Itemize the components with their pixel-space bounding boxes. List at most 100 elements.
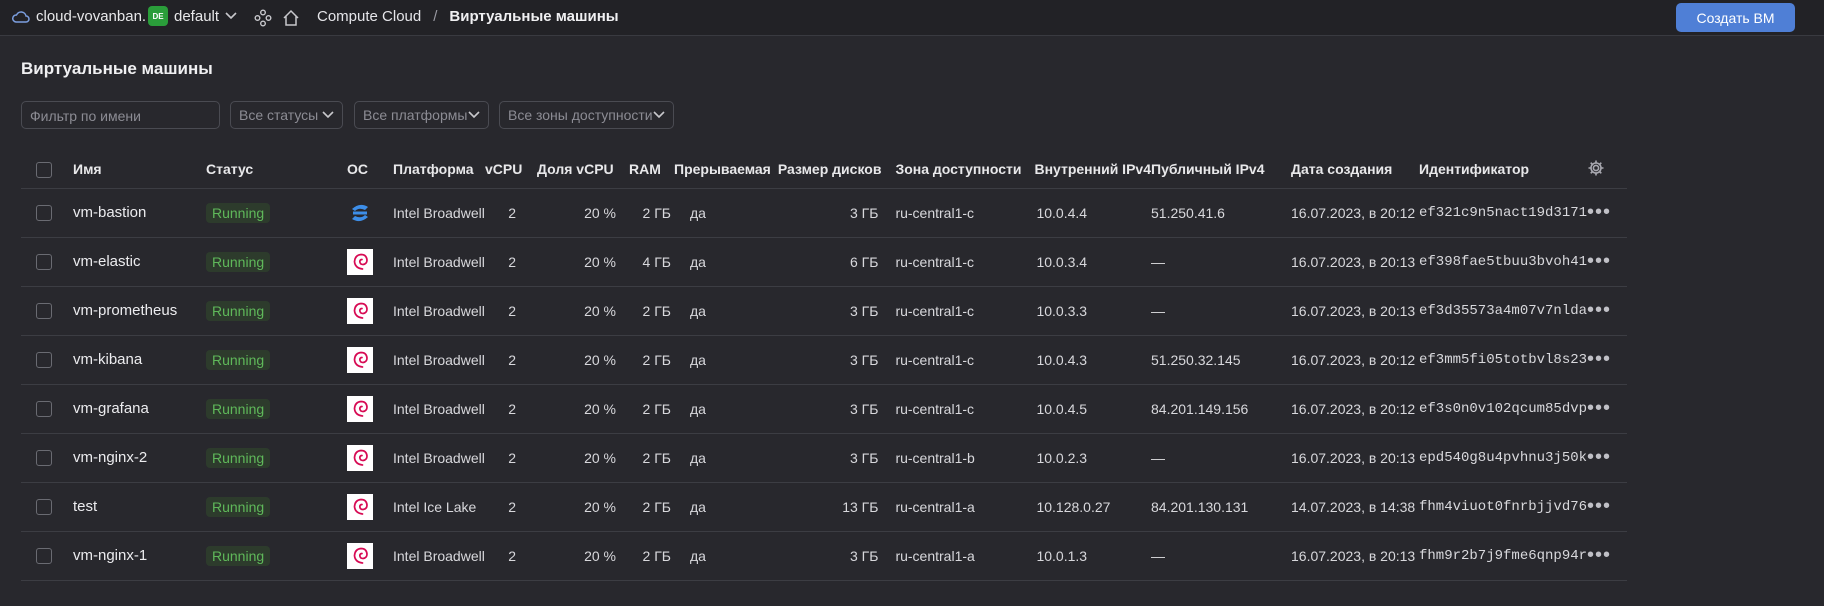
vm-name[interactable]: vm-nginx-1 <box>73 547 147 564</box>
vcpu-cell: 2 <box>485 335 530 385</box>
vm-name[interactable]: vm-kibana <box>73 351 142 368</box>
select-all-checkbox[interactable] <box>36 161 52 178</box>
vcpu-cell: 2 <box>485 237 530 287</box>
id-cell[interactable]: ef3mm5fi05totbvl8s23 <box>1419 335 1588 385</box>
status-cell: Running <box>206 188 347 238</box>
name-filter-input[interactable]: Фильтр по имени <box>21 101 220 129</box>
more-actions-icon[interactable]: ••• <box>1587 348 1611 370</box>
col-created[interactable]: Дата создания <box>1285 151 1419 189</box>
platform-filter-dropdown[interactable]: Все платформы <box>354 101 489 129</box>
status-cell: Running <box>206 531 347 581</box>
table-row[interactable]: vm-grafana Running Intel Broadwell 2 20 … <box>21 384 1628 434</box>
id-cell[interactable]: ef3s0n0v102qcum85dvp <box>1419 384 1588 434</box>
public-ip-cell: — <box>1151 433 1285 483</box>
id-cell[interactable]: fhm9r2b7j9fme6qnp94r <box>1419 531 1588 581</box>
vm-name[interactable]: vm-grafana <box>73 400 149 417</box>
col-zone[interactable]: Зона доступности <box>881 151 1022 189</box>
vm-name[interactable]: vm-elastic <box>73 253 141 270</box>
col-vcpu[interactable]: vCPU <box>485 151 530 189</box>
created-cell: 16.07.2023, в 20:13 <box>1285 433 1419 483</box>
more-actions-icon[interactable]: ••• <box>1587 544 1611 566</box>
chevron-down-icon <box>225 12 237 20</box>
platform-cell: Intel Broadwell <box>393 188 485 238</box>
public-ip-cell: — <box>1151 237 1285 287</box>
vm-name[interactable]: test <box>73 498 97 515</box>
table-row[interactable]: vm-bastion Running Intel Broadwell 2 20 … <box>21 188 1628 238</box>
more-actions-icon[interactable]: ••• <box>1587 446 1611 468</box>
vm-name[interactable]: vm-bastion <box>73 204 146 221</box>
services-icon[interactable] <box>253 8 273 28</box>
created-cell: 14.07.2023, в 14:38 <box>1285 482 1419 532</box>
vcpu-cell: 2 <box>485 482 530 532</box>
col-id[interactable]: Идентификатор <box>1419 151 1588 189</box>
more-actions-icon[interactable]: ••• <box>1587 250 1611 272</box>
col-os[interactable]: ОС <box>347 151 393 189</box>
row-checkbox[interactable] <box>36 548 52 565</box>
create-vm-button[interactable]: Создать ВМ <box>1676 3 1795 32</box>
platform-cell: Intel Ice Lake <box>393 482 485 532</box>
col-status[interactable]: Статус <box>206 151 347 189</box>
row-checkbox[interactable] <box>36 499 52 516</box>
preemptible-cell: да <box>674 286 771 336</box>
actions-cell: ••• <box>1587 384 1628 434</box>
more-actions-icon[interactable]: ••• <box>1587 495 1611 517</box>
table-row[interactable]: vm-nginx-1 Running Intel Broadwell 2 20 … <box>21 531 1628 581</box>
row-checkbox[interactable] <box>36 303 52 320</box>
zone-cell: ru-central1-c <box>881 237 1022 287</box>
col-platform[interactable]: Платформа <box>393 151 485 189</box>
id-cell[interactable]: ef3d35573a4m07v7nlda <box>1419 286 1588 336</box>
row-checkbox[interactable] <box>36 450 52 467</box>
more-actions-icon[interactable]: ••• <box>1587 397 1611 419</box>
row-checkbox[interactable] <box>36 352 52 369</box>
public-ip-cell: 51.250.32.145 <box>1151 335 1285 385</box>
gear-icon[interactable] <box>1587 159 1605 177</box>
table-row[interactable]: test Running Intel Ice Lake 2 20 % 2 ГБ … <box>21 482 1628 532</box>
col-name[interactable]: Имя <box>73 151 206 189</box>
table-row[interactable]: vm-kibana Running Intel Broadwell 2 20 %… <box>21 335 1628 385</box>
col-preemptible[interactable]: Прерываемая <box>674 151 771 189</box>
row-select-cell <box>21 335 73 385</box>
ram-cell: 2 ГБ <box>622 286 674 336</box>
id-cell[interactable]: ef321c9n5nact19d3171 <box>1419 188 1588 238</box>
col-disk[interactable]: Размер дисков <box>770 151 882 189</box>
folder-selector[interactable]: DE default <box>148 6 237 26</box>
table-row[interactable]: vm-nginx-2 Running Intel Broadwell 2 20 … <box>21 433 1628 483</box>
id-cell[interactable]: epd540g8u4pvhnu3j50k <box>1419 433 1588 483</box>
breadcrumb-service[interactable]: Compute Cloud <box>317 8 421 25</box>
col-public-ip[interactable]: Публичный IPv4 <box>1151 151 1285 189</box>
col-ram[interactable]: RAM <box>622 151 674 189</box>
home-icon[interactable] <box>281 8 301 28</box>
cloud-selector[interactable]: cloud-vovanban... <box>12 8 146 25</box>
status-cell: Running <box>206 384 347 434</box>
row-checkbox[interactable] <box>36 401 52 418</box>
breadcrumb: Compute Cloud / Виртуальные машины <box>317 8 619 25</box>
vm-name[interactable]: vm-nginx-2 <box>73 449 147 466</box>
id-cell[interactable]: ef398fae5tbuu3bvoh41 <box>1419 237 1588 287</box>
vm-name[interactable]: vm-prometheus <box>73 302 177 319</box>
vcpu-cell: 2 <box>485 188 530 238</box>
disk-cell: 3 ГБ <box>770 433 882 483</box>
more-actions-icon[interactable]: ••• <box>1587 299 1611 321</box>
platform-filter-label: Все платформы <box>363 107 468 123</box>
internal-ip-cell: 10.0.2.3 <box>1021 433 1151 483</box>
public-ip-cell: 84.201.149.156 <box>1151 384 1285 434</box>
table-row[interactable]: vm-prometheus Running Intel Broadwell 2 … <box>21 286 1628 336</box>
row-checkbox[interactable] <box>36 205 52 222</box>
status-badge: Running <box>206 545 271 566</box>
status-filter-dropdown[interactable]: Все статусы <box>230 101 343 129</box>
row-checkbox[interactable] <box>36 254 52 271</box>
row-select-cell <box>21 482 73 532</box>
preemptible-cell: да <box>674 335 771 385</box>
zone-filter-dropdown[interactable]: Все зоны доступности <box>499 101 674 129</box>
id-cell[interactable]: fhm4viuot0fnrbjjvd76 <box>1419 482 1588 532</box>
preemptible-cell: да <box>674 237 771 287</box>
chevron-down-icon <box>653 111 665 119</box>
status-badge: Running <box>206 398 271 419</box>
table-row[interactable]: vm-elastic Running Intel Broadwell 2 20 … <box>21 237 1628 287</box>
col-internal-ip[interactable]: Внутренний IPv4 <box>1021 151 1151 189</box>
row-select-cell <box>21 433 73 483</box>
more-actions-icon[interactable]: ••• <box>1587 201 1611 223</box>
col-core-fraction[interactable]: Доля vCPU <box>530 151 622 189</box>
disk-cell: 3 ГБ <box>770 335 882 385</box>
platform-cell: Intel Broadwell <box>393 335 485 385</box>
